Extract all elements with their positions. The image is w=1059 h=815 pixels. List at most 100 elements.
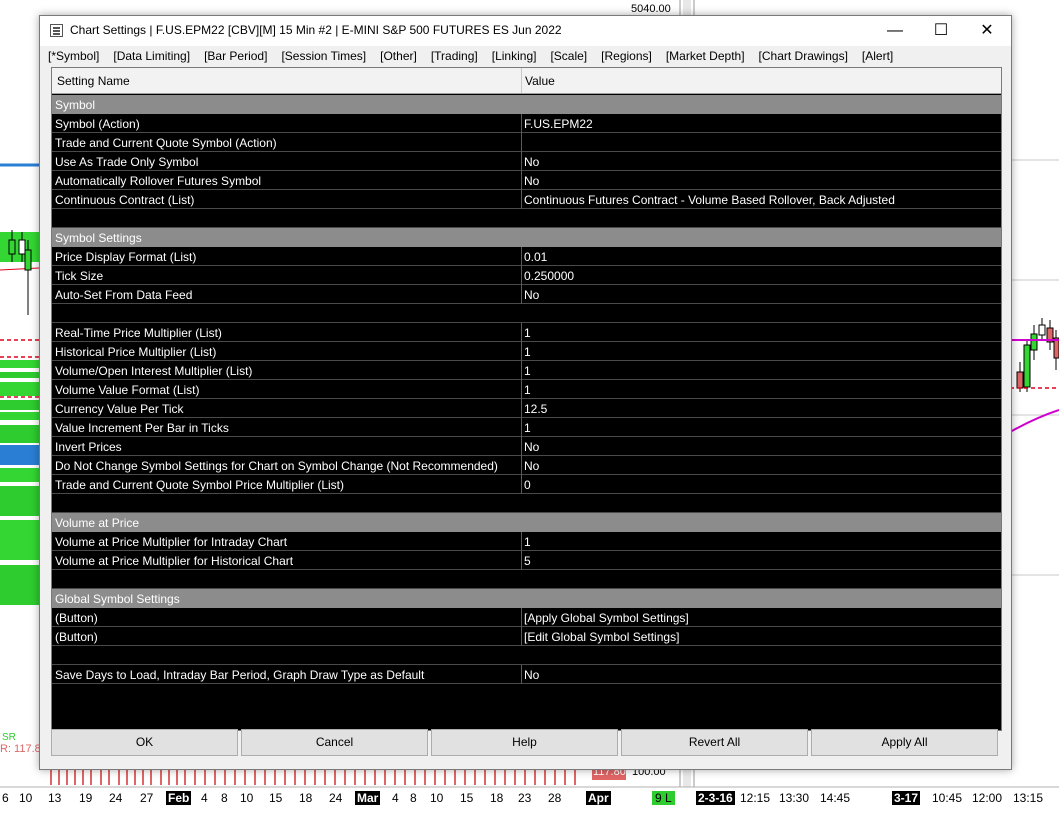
time-axis-label: Apr [586,791,611,805]
setting-value[interactable]: 0.250000 [524,269,574,283]
setting-value[interactable]: [Edit Global Symbol Settings] [524,630,679,644]
time-axis-label: 10 [430,791,444,805]
setting-name: Automatically Rollover Futures Symbol [55,174,262,188]
setting-row[interactable]: Symbol (Action) F.US.EPM22 [52,114,1001,133]
settings-grid: Setting Name Value Symbol Symbol (Action)… [51,67,1002,731]
setting-row[interactable]: Tick Size 0.250000 [52,266,1001,285]
setting-row[interactable]: Invert Prices No [52,437,1001,456]
setting-value[interactable]: 1 [524,345,531,359]
tab-menu-bar: [*Symbol] [Data Limiting] [Bar Period] [Ses… [48,49,907,67]
window-title: Chart Settings | F.US.EPM22 [CBV][M] 15 … [70,23,562,37]
setting-row[interactable]: Continuous Contract (List) Continuous Fut… [52,190,1001,209]
maximize-button[interactable]: ☐ [918,16,964,46]
setting-value[interactable]: No [524,155,539,169]
setting-name: Save Days to Load, Intraday Bar Period, … [55,668,425,682]
close-button[interactable]: ✕ [964,16,1010,46]
cell-divider [521,437,522,456]
setting-row[interactable]: Save Days to Load, Intraday Bar Period, … [52,665,1001,684]
section-title: Symbol Settings [55,231,142,245]
section-header: Symbol [52,95,1001,114]
ok-button[interactable]: OK [51,729,238,756]
tab-symbol[interactable]: [*Symbol] [48,49,99,63]
setting-name: Volume/Open Interest Multiplier (List) [55,364,253,378]
cell-divider [521,399,522,418]
tab-chart-drawings[interactable]: [Chart Drawings] [759,49,848,63]
column-header-name[interactable]: Setting Name [57,74,130,88]
setting-row[interactable]: (Button) [Apply Global Symbol Settings] [52,608,1001,627]
tab-session-times[interactable]: [Session Times] [281,49,366,63]
setting-value[interactable]: 0 [524,478,531,492]
time-axis-label: 2-3-16 [696,791,735,805]
setting-name: Volume Value Format (List) [55,383,200,397]
cell-divider [521,456,522,475]
setting-value[interactable]: 1 [524,326,531,340]
setting-row[interactable]: Trade and Current Quote Symbol Price Mul… [52,475,1001,494]
setting-value[interactable]: No [524,440,539,454]
setting-row[interactable]: Auto-Set From Data Feed No [52,285,1001,304]
tab-bar-period[interactable]: [Bar Period] [204,49,267,63]
cell-divider [521,665,522,684]
minimize-button[interactable]: — [872,16,918,46]
setting-value[interactable]: 0.01 [524,250,547,264]
tab-alert[interactable]: [Alert] [862,49,893,63]
spacer-row [52,304,1001,323]
setting-value[interactable]: 1 [524,364,531,378]
tab-market-depth[interactable]: [Market Depth] [666,49,745,63]
setting-value[interactable]: 12.5 [524,402,547,416]
setting-row[interactable]: Do Not Change Symbol Settings for Chart … [52,456,1001,475]
setting-row[interactable]: (Button) [Edit Global Symbol Settings] [52,627,1001,646]
setting-row[interactable]: Trade and Current Quote Symbol (Action) [52,133,1001,152]
setting-row[interactable]: Use As Trade Only Symbol No [52,152,1001,171]
help-button[interactable]: Help [431,729,618,756]
dialog-button-bar: OK Cancel Help Revert All Apply All [51,729,1002,757]
time-axis-label: 24 [329,791,343,805]
tab-regions[interactable]: [Regions] [601,49,652,63]
column-header-value[interactable]: Value [525,74,555,88]
tab-data-limiting[interactable]: [Data Limiting] [113,49,190,63]
setting-row[interactable]: Currency Value Per Tick 12.5 [52,399,1001,418]
column-separator[interactable] [521,68,522,93]
setting-value[interactable]: 1 [524,383,531,397]
tab-linking[interactable]: [Linking] [492,49,537,63]
chart-settings-dialog: Chart Settings | F.US.EPM22 [CBV][M] 15 … [39,15,1012,770]
cell-divider [521,152,522,171]
time-axis-label: 13:15 [1013,791,1044,805]
setting-value[interactable]: [Apply Global Symbol Settings] [524,611,689,625]
apply-all-button[interactable]: Apply All [811,729,998,756]
setting-value[interactable]: F.US.EPM22 [524,117,593,131]
time-axis-label: 18 [490,791,504,805]
cell-divider [521,323,522,342]
setting-value[interactable]: No [524,174,539,188]
setting-value[interactable]: Continuous Futures Contract - Volume Bas… [524,193,895,207]
setting-row[interactable]: Volume at Price Multiplier for Intraday … [52,532,1001,551]
setting-row[interactable]: Historical Price Multiplier (List) 1 [52,342,1001,361]
title-bar[interactable]: Chart Settings | F.US.EPM22 [CBV][M] 15 … [40,16,1011,46]
section-title: Global Symbol Settings [55,592,180,606]
cancel-button[interactable]: Cancel [241,729,428,756]
setting-name: (Button) [55,611,98,625]
revert-all-button[interactable]: Revert All [621,729,808,756]
setting-row[interactable]: Real-Time Price Multiplier (List) 1 [52,323,1001,342]
tab-scale[interactable]: [Scale] [550,49,587,63]
setting-row[interactable]: Automatically Rollover Futures Symbol No [52,171,1001,190]
cell-divider [521,361,522,380]
tab-other[interactable]: [Other] [380,49,417,63]
setting-row[interactable]: Value Increment Per Bar in Ticks 1 [52,418,1001,437]
setting-value[interactable]: 1 [524,421,531,435]
setting-row[interactable]: Price Display Format (List) 0.01 [52,247,1001,266]
spacer-row [52,209,1001,228]
tab-trading[interactable]: [Trading] [431,49,478,63]
setting-name: Trade and Current Quote Symbol (Action) [55,136,277,150]
cell-divider [521,532,522,551]
setting-row[interactable]: Volume at Price Multiplier for Historica… [52,551,1001,570]
setting-name: Trade and Current Quote Symbol Price Mul… [55,478,344,492]
setting-value[interactable]: No [524,288,539,302]
setting-value[interactable]: No [524,459,539,473]
setting-value[interactable]: No [524,668,539,682]
setting-value[interactable]: 5 [524,554,531,568]
setting-row[interactable]: Volume/Open Interest Multiplier (List) 1 [52,361,1001,380]
setting-value[interactable]: 1 [524,535,531,549]
grid-header: Setting Name Value [52,68,1001,94]
setting-row[interactable]: Volume Value Format (List) 1 [52,380,1001,399]
time-axis-label: 4 [201,791,208,805]
